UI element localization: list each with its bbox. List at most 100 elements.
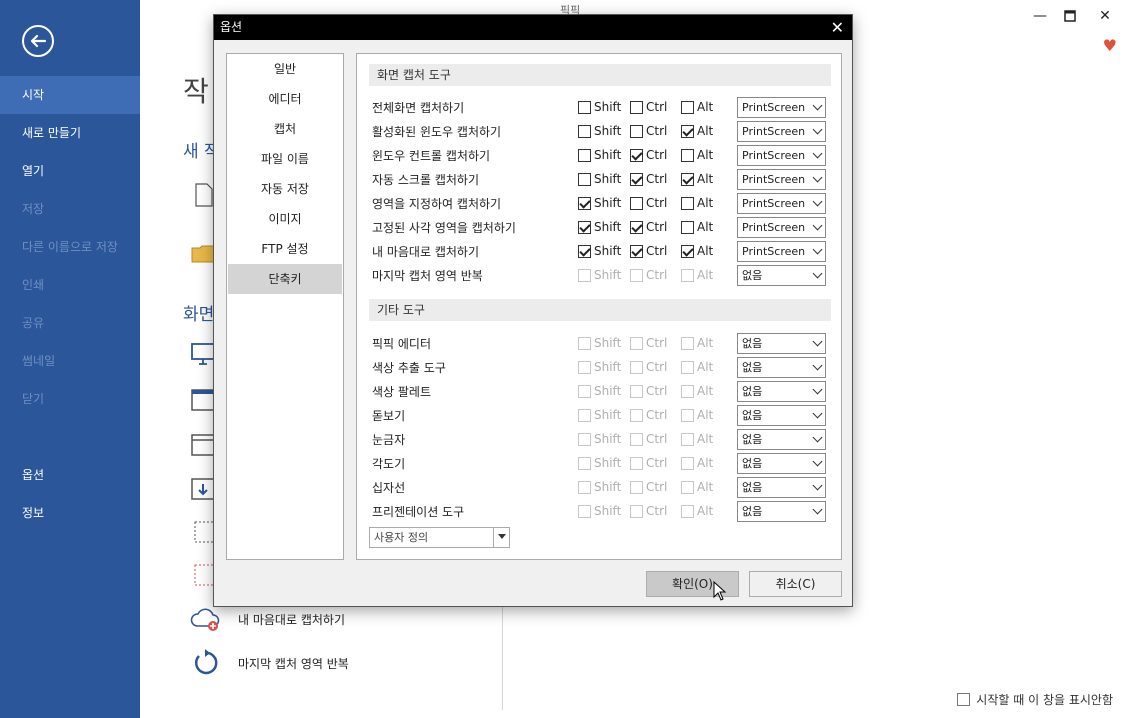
chevron-down-icon bbox=[812, 268, 823, 278]
sidebar-item: 저장 bbox=[22, 202, 45, 216]
key-select[interactable]: PrintScreen bbox=[737, 120, 826, 142]
category-item[interactable]: 파일 이름 bbox=[228, 144, 342, 174]
maximize-icon[interactable] bbox=[1060, 6, 1080, 26]
shortcut-panel: 화면 캡처 도구 기타 도구 사용자 정의 전체화면 캡처하기 Shift Ctrl… bbox=[356, 53, 842, 560]
sidebar-item[interactable]: 시작 bbox=[0, 76, 140, 114]
key-select[interactable]: PrintScreen bbox=[737, 216, 826, 238]
category-item[interactable]: 에디터 bbox=[228, 84, 342, 114]
modifier-checkbox[interactable]: Ctrl bbox=[630, 148, 681, 162]
modifier-checkbox[interactable]: Shift bbox=[578, 244, 630, 258]
modifier-label: Shift bbox=[594, 244, 622, 258]
modifier-checkbox[interactable]: Alt bbox=[681, 148, 737, 162]
category-item[interactable]: FTP 설정 bbox=[228, 234, 342, 264]
key-select[interactable]: PrintScreen bbox=[737, 192, 826, 214]
modifier-checkbox: Shift bbox=[578, 384, 630, 398]
category-item[interactable]: 자동 저장 bbox=[228, 174, 342, 204]
dialog-close-icon[interactable]: ✕ bbox=[831, 15, 844, 40]
modifier-checkbox[interactable]: Shift bbox=[578, 220, 630, 234]
modifier-checkbox[interactable]: Ctrl bbox=[630, 244, 681, 258]
checkbox-box bbox=[681, 408, 694, 422]
key-select[interactable]: 없음 bbox=[737, 500, 826, 522]
modifier-checkbox: Ctrl bbox=[630, 384, 681, 398]
sidebar-item[interactable]: 열기 bbox=[0, 152, 140, 190]
modifier-checkbox[interactable]: Shift bbox=[578, 148, 630, 162]
modifier-checkbox: Ctrl bbox=[630, 268, 681, 282]
modifier-label: Alt bbox=[697, 124, 714, 138]
modifier-checkbox[interactable]: Alt bbox=[681, 100, 737, 114]
bg-row-custom[interactable]: 내 마음대로 캡처하기 bbox=[190, 606, 345, 632]
modifier-label: Ctrl bbox=[646, 504, 668, 518]
checkbox-box bbox=[630, 432, 643, 446]
checkbox-box bbox=[681, 480, 694, 494]
category-item[interactable]: 일반 bbox=[228, 54, 342, 84]
key-select[interactable]: 없음 bbox=[737, 264, 826, 286]
dialog-titlebar: 옵션 ✕ bbox=[214, 15, 852, 40]
modifier-label: Ctrl bbox=[646, 268, 668, 282]
back-arrow-icon[interactable] bbox=[22, 25, 54, 57]
modifier-checkbox[interactable]: Shift bbox=[578, 124, 630, 138]
mouse-cursor-icon bbox=[713, 581, 727, 601]
cancel-button[interactable]: 취소(C) bbox=[749, 571, 842, 597]
shortcut-row: 색상 추출 도구 Shift Ctrl Alt 없음 bbox=[372, 355, 832, 379]
modifier-checkbox[interactable]: Alt bbox=[681, 220, 737, 234]
key-select[interactable]: 없음 bbox=[737, 356, 826, 378]
checkmark-icon bbox=[578, 196, 591, 210]
modifier-checkbox[interactable]: Shift bbox=[578, 100, 630, 114]
key-select[interactable]: 없음 bbox=[737, 380, 826, 402]
checkbox-box bbox=[681, 196, 694, 210]
key-select-value: PrintScreen bbox=[742, 244, 806, 258]
modifier-checkbox[interactable]: Alt bbox=[681, 172, 737, 186]
sidebar-item: 닫기 bbox=[22, 392, 45, 406]
key-select[interactable]: PrintScreen bbox=[737, 168, 826, 190]
category-item[interactable]: 이미지 bbox=[228, 204, 342, 234]
modifier-checkbox[interactable]: Alt bbox=[681, 196, 737, 210]
key-select[interactable]: 없음 bbox=[737, 404, 826, 426]
heart-icon[interactable]: ♥ bbox=[1103, 36, 1117, 55]
sidebar-item[interactable]: 새로 만들기 bbox=[0, 114, 140, 152]
checkbox-box bbox=[630, 480, 643, 494]
startup-toggle[interactable]: 시작할 때 이 창을 표시안함 bbox=[957, 691, 1113, 708]
modifier-label: Shift bbox=[594, 384, 622, 398]
section-capture: 화면 bbox=[183, 305, 215, 325]
key-select[interactable]: 없음 bbox=[737, 428, 826, 450]
sidebar-item[interactable]: 정보 bbox=[0, 494, 140, 532]
divider bbox=[502, 600, 503, 710]
checkbox-box bbox=[630, 268, 643, 282]
shortcut-label: 전체화면 캡처하기 bbox=[372, 100, 465, 115]
sidebar-item[interactable]: 옵션 bbox=[0, 456, 140, 494]
modifier-checkbox[interactable]: Ctrl bbox=[630, 124, 681, 138]
category-item[interactable]: 캡처 bbox=[228, 114, 342, 144]
modifier-checkbox: Alt bbox=[681, 360, 737, 374]
modifier-checkbox[interactable]: Ctrl bbox=[630, 220, 681, 234]
custom-preset-select[interactable]: 사용자 정의 bbox=[369, 527, 510, 548]
checkmark-icon bbox=[630, 220, 643, 234]
key-select[interactable]: PrintScreen bbox=[737, 144, 826, 166]
minimize-icon[interactable]: — bbox=[1030, 6, 1050, 26]
category-item[interactable]: 단축키 bbox=[228, 264, 342, 294]
sidebar: 시작 새로 만들기 열기 저장 다른 이름으로 저장 인쇄 공유 썸네일 닫기 옵션 정보 bbox=[0, 0, 140, 718]
checkbox-box bbox=[681, 384, 694, 398]
key-select[interactable]: 없음 bbox=[737, 476, 826, 498]
modifier-checkbox[interactable]: Ctrl bbox=[630, 196, 681, 210]
key-select[interactable]: 없음 bbox=[737, 332, 826, 354]
modifier-checkbox[interactable]: Alt bbox=[681, 244, 737, 258]
modifier-checkbox[interactable]: Ctrl bbox=[630, 100, 681, 114]
modifier-checkbox[interactable]: Shift bbox=[578, 172, 630, 186]
modifier-checkbox: Ctrl bbox=[630, 456, 681, 470]
key-select[interactable]: PrintScreen bbox=[737, 96, 826, 118]
key-select[interactable]: PrintScreen bbox=[737, 240, 826, 262]
modifier-label: Ctrl bbox=[646, 148, 668, 162]
bg-row-repeat[interactable]: 마지막 캡처 영역 반복 bbox=[190, 648, 349, 678]
chevron-down-icon[interactable] bbox=[493, 528, 509, 547]
modifier-checkbox[interactable]: Shift bbox=[578, 196, 630, 210]
close-window-icon[interactable]: ✕ bbox=[1095, 6, 1115, 26]
key-select[interactable]: 없음 bbox=[737, 452, 826, 474]
category-list: 일반 에디터 캡처 파일 이름 자동 저장 이미지 FTP 설정 단축키 bbox=[226, 53, 344, 560]
modifier-label: Ctrl bbox=[646, 432, 668, 446]
modifier-checkbox[interactable]: Ctrl bbox=[630, 172, 681, 186]
key-select-value: PrintScreen bbox=[742, 148, 806, 162]
modifier-checkbox[interactable]: Alt bbox=[681, 124, 737, 138]
startup-checkbox[interactable] bbox=[957, 693, 971, 706]
checkbox-box bbox=[681, 456, 694, 470]
modifier-label: Ctrl bbox=[646, 124, 668, 138]
